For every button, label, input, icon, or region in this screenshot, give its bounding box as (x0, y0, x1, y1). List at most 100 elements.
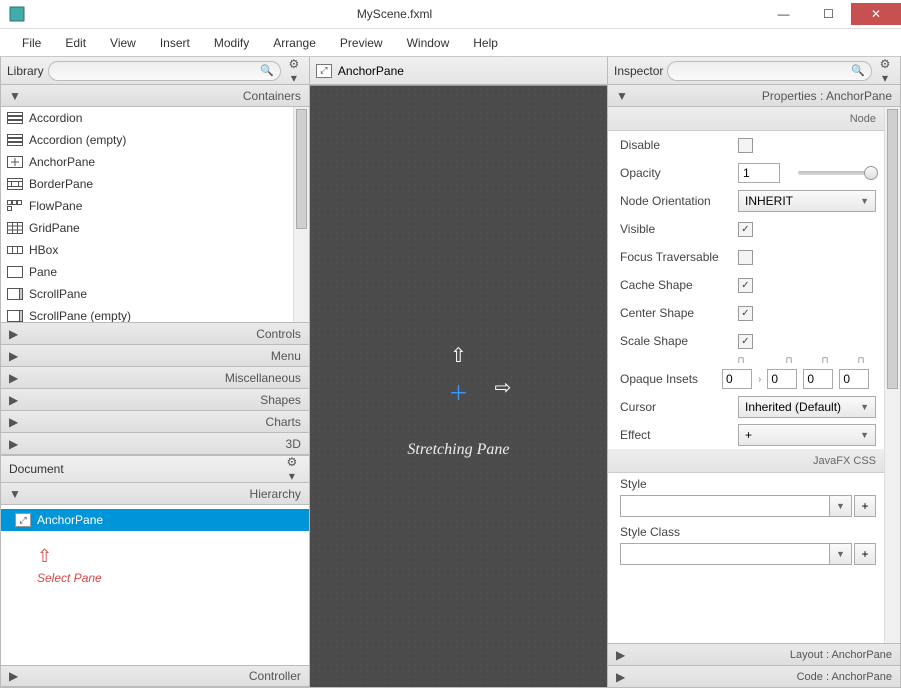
menu-edit[interactable]: Edit (53, 29, 98, 56)
section-3d[interactable]: ▶3D (1, 433, 309, 455)
chevron-down-icon: ▼ (9, 487, 21, 501)
insets-left[interactable] (839, 369, 869, 389)
prop-style: Style ▼ + (608, 473, 900, 521)
stretch-up-icon: ⇧ (450, 343, 467, 368)
chevron-right-icon: ▶ (9, 327, 21, 341)
annotation-stretching-pane: Stretching Pane (407, 441, 509, 459)
slider-knob[interactable] (864, 166, 878, 180)
document-gear-icon[interactable]: ⚙ ▾ (283, 455, 301, 483)
inspector-title: Inspector (614, 64, 663, 78)
library-list: AccordionAccordion (empty)AnchorPaneBord… (1, 107, 309, 323)
prop-disable: Disable (608, 131, 900, 159)
menu-view[interactable]: View (98, 29, 148, 56)
hierarchy-section[interactable]: ▼ Hierarchy (1, 483, 309, 505)
container-icon (7, 265, 23, 279)
menu-file[interactable]: File (10, 29, 53, 56)
opacity-slider[interactable] (798, 171, 876, 175)
inspector-gear-icon[interactable]: ⚙ ▾ (876, 57, 894, 85)
insets-top[interactable] (722, 369, 752, 389)
style-class-dropdown[interactable]: ▼ (830, 543, 852, 565)
inspector-search[interactable]: 🔍 (667, 61, 872, 81)
menu-preview[interactable]: Preview (328, 29, 395, 56)
library-scrollbar[interactable] (293, 107, 309, 322)
library-item-accordion-empty-[interactable]: Accordion (empty) (1, 129, 309, 151)
scale-shape-checkbox[interactable]: ✓ (738, 334, 753, 349)
chevron-down-icon: ▼ (860, 402, 869, 412)
inspector-scrollbar[interactable] (884, 107, 900, 643)
prop-cache-shape: Cache Shape ✓ (608, 271, 900, 299)
tree-root-label: AnchorPane (37, 513, 103, 527)
library-gear-icon[interactable]: ⚙ ▾ (285, 57, 303, 85)
prop-scale-shape: Scale Shape ✓ (608, 327, 900, 355)
code-section[interactable]: ▶ Code : AnchorPane (608, 665, 900, 687)
library-item-pane[interactable]: Pane (1, 261, 309, 283)
section-shapes[interactable]: ▶Shapes (1, 389, 309, 411)
close-button[interactable]: ✕ (851, 3, 901, 25)
properties-section[interactable]: ▼ Properties : AnchorPane (608, 85, 900, 107)
effect-combo[interactable]: +▼ (738, 424, 876, 446)
style-field[interactable] (620, 495, 830, 517)
library-item-gridpane[interactable]: GridPane (1, 217, 309, 239)
library-item-hbox[interactable]: HBox (1, 239, 309, 261)
insets-right[interactable] (767, 369, 797, 389)
container-icon (7, 177, 23, 191)
library-item-scrollpane[interactable]: ScrollPane (1, 283, 309, 305)
chevron-right-icon: ▶ (9, 349, 21, 363)
cache-shape-checkbox[interactable]: ✓ (738, 278, 753, 293)
node-subheader: Node (608, 107, 900, 131)
section-miscellaneous[interactable]: ▶Miscellaneous (1, 367, 309, 389)
insets-bottom[interactable] (803, 369, 833, 389)
tree-root-anchorpane[interactable]: ⤢ AnchorPane (1, 509, 309, 531)
up-arrow-icon: ⇧ (37, 549, 102, 563)
center-shape-checkbox[interactable]: ✓ (738, 306, 753, 321)
containers-section[interactable]: ▼ Containers (1, 85, 309, 107)
library-item-borderpane[interactable]: BorderPane (1, 173, 309, 195)
hierarchy-label: Hierarchy (21, 487, 301, 501)
design-canvas[interactable]: ⇧ ＋ ⇨ Stretching Pane (310, 85, 607, 687)
library-item-anchorpane[interactable]: AnchorPane (1, 151, 309, 173)
library-item-flowpane[interactable]: FlowPane (1, 195, 309, 217)
opacity-field[interactable] (738, 163, 780, 183)
style-add-button[interactable]: + (854, 495, 876, 517)
menu-insert[interactable]: Insert (148, 29, 202, 56)
menu-modify[interactable]: Modify (202, 29, 261, 56)
origin-plus-icon: ＋ (448, 377, 468, 406)
chevron-right-icon: ▶ (9, 371, 21, 385)
maximize-button[interactable]: ☐ (806, 3, 851, 25)
library-item-accordion[interactable]: Accordion (1, 107, 309, 129)
scrollbar-thumb[interactable] (887, 109, 898, 389)
library-search[interactable]: 🔍 (48, 61, 281, 81)
layout-section[interactable]: ▶ Layout : AnchorPane (608, 643, 900, 665)
inspector-header: Inspector 🔍 ⚙ ▾ (608, 57, 900, 85)
layout-label: Layout : AnchorPane (628, 649, 892, 661)
window-title: MyScene.fxml (28, 7, 761, 21)
inspector-body: Node Disable Opacity Node Orientation IN… (608, 107, 900, 643)
controller-section[interactable]: ▶ Controller (1, 665, 309, 687)
node-orientation-combo[interactable]: INHERIT▼ (738, 190, 876, 212)
library-item-scrollpane-empty-[interactable]: ScrollPane (empty) (1, 305, 309, 323)
properties-label: Properties : AnchorPane (628, 89, 892, 103)
minimize-button[interactable]: — (761, 3, 806, 25)
menu-arrange[interactable]: Arrange (261, 29, 328, 56)
style-class-add-button[interactable]: + (854, 543, 876, 565)
section-charts[interactable]: ▶Charts (1, 411, 309, 433)
chevron-down-icon: ▼ (860, 196, 869, 206)
chevron-right-icon: ▶ (9, 437, 21, 451)
chevron-down-icon: ▼ (9, 89, 21, 103)
style-dropdown[interactable]: ▼ (830, 495, 852, 517)
section-menu[interactable]: ▶Menu (1, 345, 309, 367)
menu-window[interactable]: Window (395, 29, 462, 56)
prop-center-shape: Center Shape ✓ (608, 299, 900, 327)
section-controls[interactable]: ▶Controls (1, 323, 309, 345)
chevron-right-icon: ▶ (9, 669, 21, 683)
anchorpane-icon: ⤢ (316, 64, 332, 78)
chevron-right-icon: ▶ (9, 415, 21, 429)
menu-help[interactable]: Help (461, 29, 510, 56)
visible-checkbox[interactable]: ✓ (738, 222, 753, 237)
style-class-field[interactable] (620, 543, 830, 565)
disable-checkbox[interactable] (738, 138, 753, 153)
cursor-combo[interactable]: Inherited (Default)▼ (738, 396, 876, 418)
focus-traversable-checkbox[interactable] (738, 250, 753, 265)
hierarchy-tree: ⤢ AnchorPane ⇧ Select Pane (1, 505, 309, 665)
scrollbar-thumb[interactable] (296, 109, 307, 229)
